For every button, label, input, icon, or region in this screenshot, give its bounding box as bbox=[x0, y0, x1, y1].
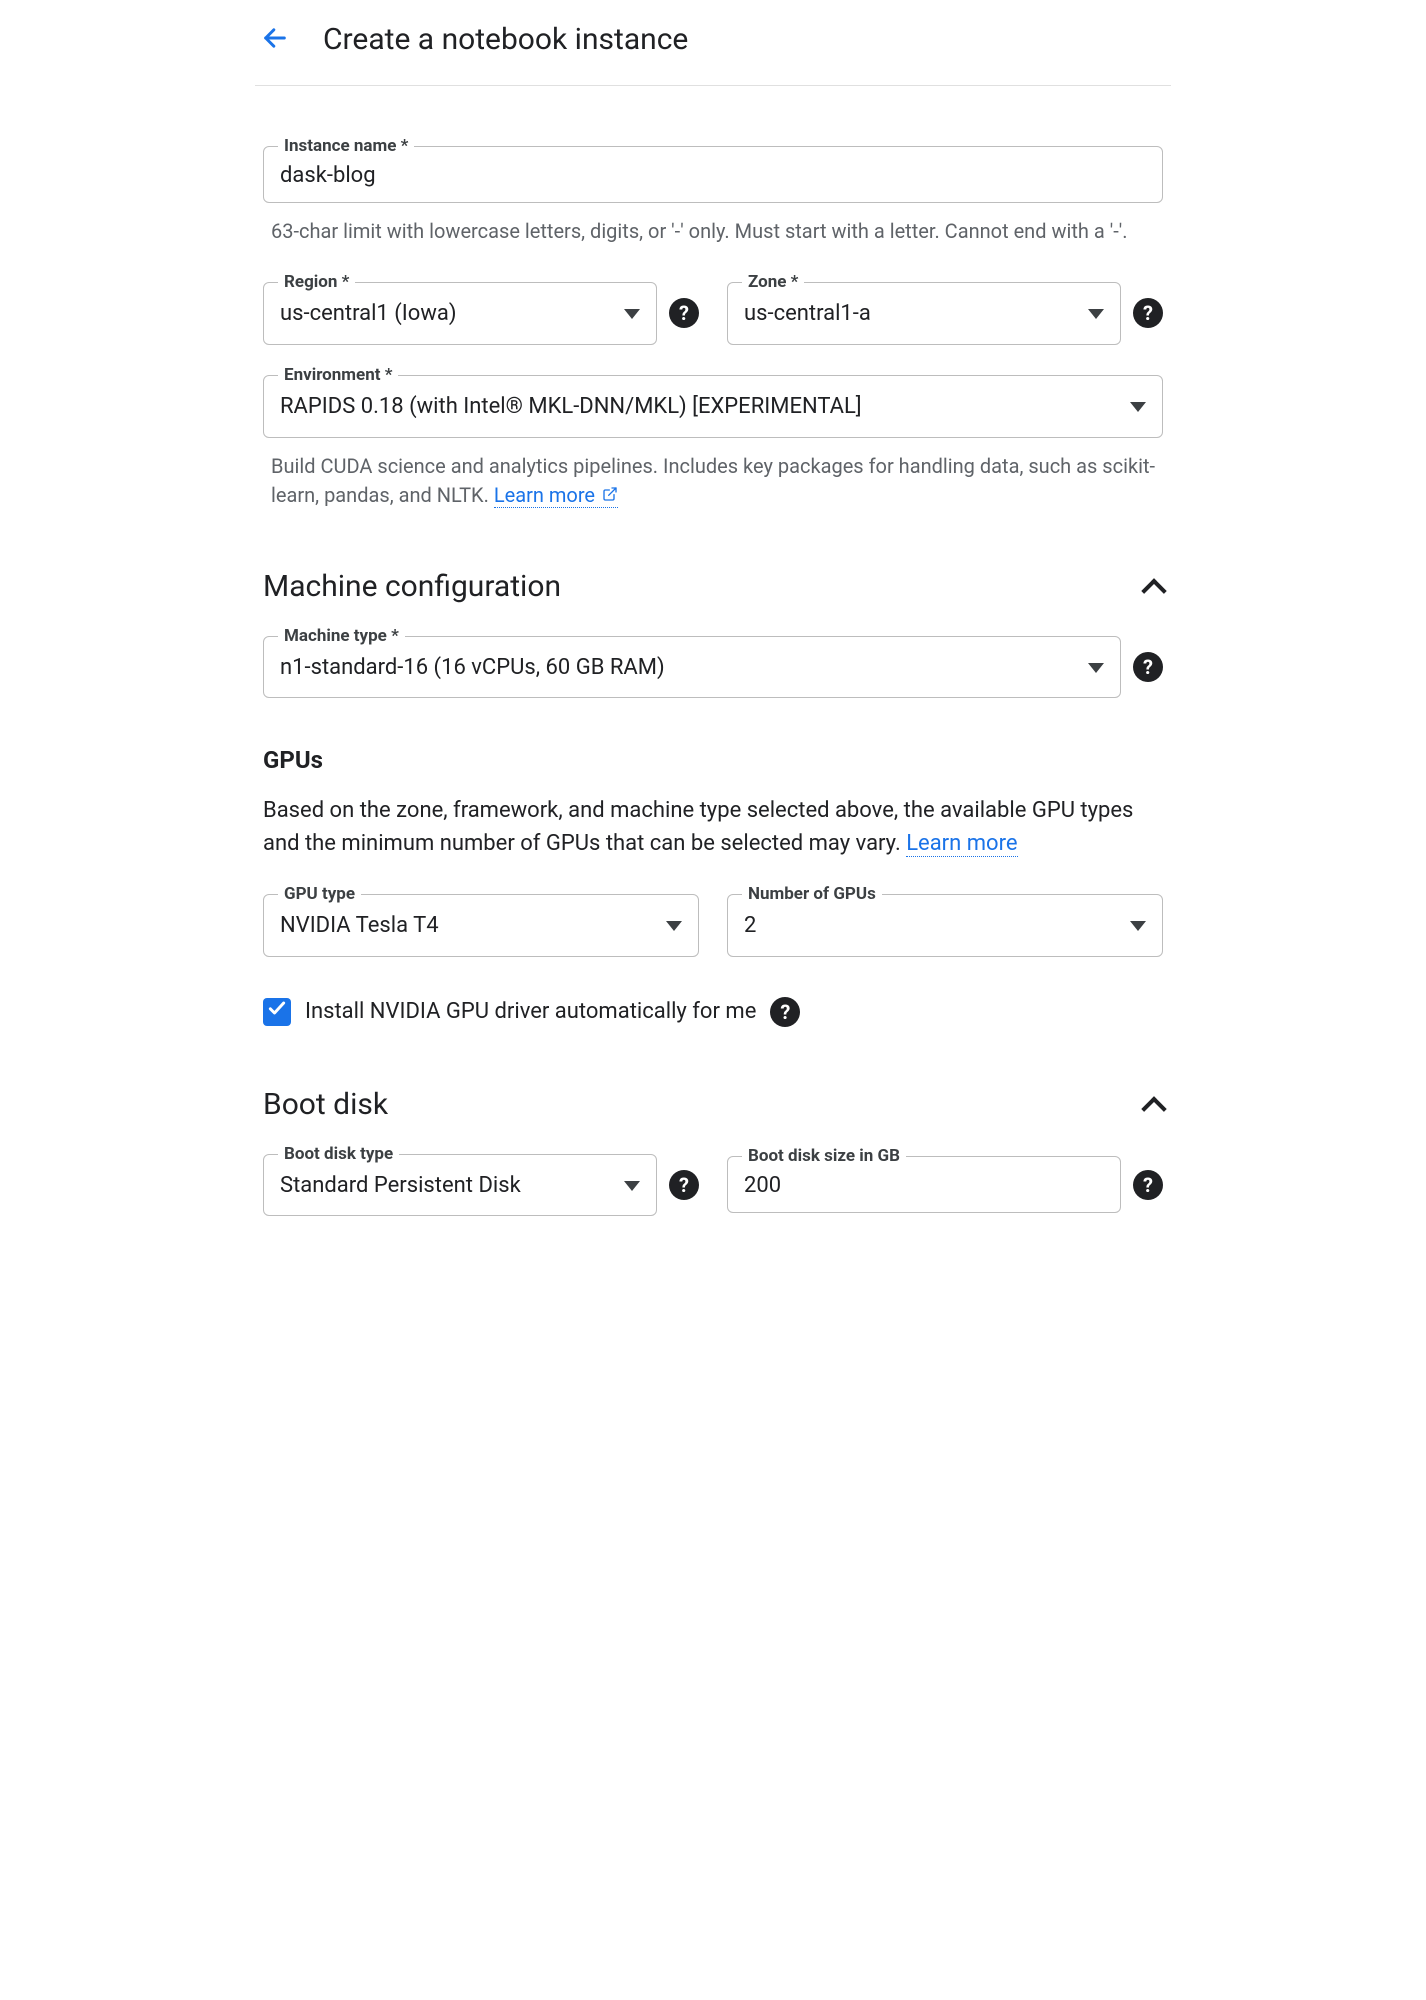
boot-disk-header[interactable]: Boot disk bbox=[263, 1084, 1163, 1126]
chevron-down-icon bbox=[1130, 402, 1146, 412]
zone-help-icon[interactable]: ? bbox=[1133, 298, 1163, 328]
chevron-down-icon bbox=[624, 1181, 640, 1191]
machine-type-field-wrap: Machine type * n1-standard-16 (16 vCPUs,… bbox=[263, 636, 1163, 699]
instance-name-helper: 63-char limit with lowercase letters, di… bbox=[271, 217, 1163, 246]
boot-disk-title: Boot disk bbox=[263, 1084, 388, 1126]
install-driver-help-icon[interactable]: ? bbox=[770, 997, 800, 1027]
install-driver-checkbox[interactable] bbox=[263, 998, 291, 1026]
zone-label: Zone * bbox=[742, 271, 804, 295]
install-driver-label: Install NVIDIA GPU driver automatically … bbox=[305, 997, 756, 1028]
external-link-icon bbox=[600, 483, 618, 507]
zone-value: us-central1-a bbox=[744, 299, 1080, 330]
boot-disk-type-value: Standard Persistent Disk bbox=[280, 1171, 616, 1202]
boot-disk-type-label: Boot disk type bbox=[278, 1143, 399, 1167]
gpus-learn-more-link[interactable]: Learn more bbox=[906, 831, 1017, 857]
chevron-up-icon bbox=[1141, 1096, 1166, 1121]
num-gpus-value: 2 bbox=[744, 911, 1122, 942]
chevron-up-icon bbox=[1141, 578, 1166, 603]
arrow-left-icon bbox=[261, 24, 289, 55]
region-help-icon[interactable]: ? bbox=[669, 298, 699, 328]
boot-disk-type-help-icon[interactable]: ? bbox=[669, 1170, 699, 1200]
chevron-down-icon bbox=[624, 309, 640, 319]
chevron-down-icon bbox=[1130, 921, 1146, 931]
instance-name-field[interactable]: Instance name * bbox=[263, 146, 1163, 203]
instance-name-label: Instance name * bbox=[278, 135, 414, 159]
environment-learn-more-link[interactable]: Learn more bbox=[494, 483, 618, 508]
gpus-description: Based on the zone, framework, and machin… bbox=[263, 794, 1163, 860]
install-driver-row: Install NVIDIA GPU driver automatically … bbox=[263, 997, 1163, 1028]
gpu-type-select[interactable]: GPU type NVIDIA Tesla T4 bbox=[263, 894, 699, 957]
num-gpus-select[interactable]: Number of GPUs 2 bbox=[727, 894, 1163, 957]
environment-helper-text: Build CUDA science and analytics pipelin… bbox=[271, 454, 1155, 507]
boot-disk-size-field[interactable]: Boot disk size in GB bbox=[727, 1156, 1121, 1213]
instance-name-input[interactable] bbox=[280, 163, 1146, 188]
num-gpus-field-wrap: Number of GPUs 2 bbox=[727, 894, 1163, 957]
page-header: Create a notebook instance bbox=[255, 0, 1171, 86]
region-select[interactable]: Region * us-central1 (Iowa) bbox=[263, 282, 657, 345]
gpu-type-field-wrap: GPU type NVIDIA Tesla T4 bbox=[263, 894, 699, 957]
region-label: Region * bbox=[278, 271, 355, 295]
gpus-title: GPUs bbox=[263, 744, 1163, 778]
environment-learn-more-text: Learn more bbox=[494, 483, 595, 507]
boot-disk-type-field-wrap: Boot disk type Standard Persistent Disk … bbox=[263, 1154, 699, 1217]
environment-select[interactable]: Environment * RAPIDS 0.18 (with Intel® M… bbox=[263, 375, 1163, 438]
gpu-type-value: NVIDIA Tesla T4 bbox=[280, 911, 658, 942]
environment-field-wrap: Environment * RAPIDS 0.18 (with Intel® M… bbox=[263, 375, 1163, 438]
environment-helper: Build CUDA science and analytics pipelin… bbox=[271, 452, 1163, 510]
boot-disk-size-input[interactable] bbox=[744, 1173, 1104, 1198]
instance-name-field-wrap: Instance name * bbox=[263, 146, 1163, 203]
region-value: us-central1 (Iowa) bbox=[280, 299, 616, 330]
machine-type-help-icon[interactable]: ? bbox=[1133, 652, 1163, 682]
zone-select[interactable]: Zone * us-central1-a bbox=[727, 282, 1121, 345]
environment-value: RAPIDS 0.18 (with Intel® MKL-DNN/MKL) [E… bbox=[280, 392, 1122, 423]
boot-disk-size-help-icon[interactable]: ? bbox=[1133, 1170, 1163, 1200]
chevron-down-icon bbox=[1088, 309, 1104, 319]
machine-type-select[interactable]: Machine type * n1-standard-16 (16 vCPUs,… bbox=[263, 636, 1121, 699]
boot-disk-size-label: Boot disk size in GB bbox=[742, 1145, 906, 1169]
back-button[interactable] bbox=[255, 18, 295, 61]
gpu-type-label: GPU type bbox=[278, 883, 361, 907]
boot-disk-size-field-wrap: Boot disk size in GB ? bbox=[727, 1154, 1163, 1217]
chevron-down-icon bbox=[666, 921, 682, 931]
machine-configuration-header[interactable]: Machine configuration bbox=[263, 566, 1163, 608]
boot-disk-type-select[interactable]: Boot disk type Standard Persistent Disk bbox=[263, 1154, 657, 1217]
machine-type-value: n1-standard-16 (16 vCPUs, 60 GB RAM) bbox=[280, 653, 1080, 684]
page-title: Create a notebook instance bbox=[323, 19, 688, 61]
chevron-down-icon bbox=[1088, 663, 1104, 673]
environment-label: Environment * bbox=[278, 364, 398, 388]
zone-field-wrap: Zone * us-central1-a ? bbox=[727, 282, 1163, 345]
check-icon bbox=[267, 997, 287, 1028]
region-field-wrap: Region * us-central1 (Iowa) ? bbox=[263, 282, 699, 345]
num-gpus-label: Number of GPUs bbox=[742, 883, 882, 907]
machine-configuration-title: Machine configuration bbox=[263, 566, 561, 608]
machine-type-label: Machine type * bbox=[278, 625, 405, 649]
